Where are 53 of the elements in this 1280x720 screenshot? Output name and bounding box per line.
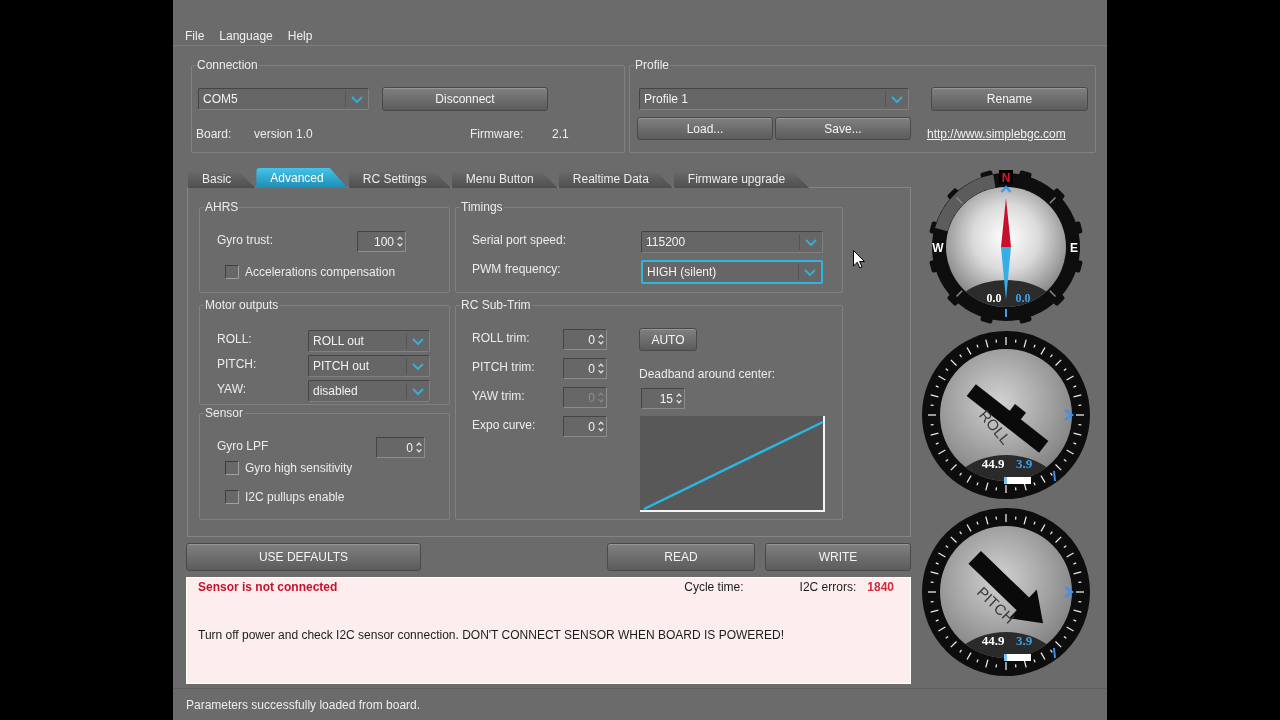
group-title: Sensor xyxy=(204,406,245,420)
chevron-down-icon[interactable] xyxy=(351,95,363,103)
checkbox-label: I2C pullups enable xyxy=(245,490,345,504)
trim-label: PITCH trim: xyxy=(472,360,535,374)
checkbox-label: Accelerations compensation xyxy=(245,265,396,279)
firmware-label: Firmware: xyxy=(470,127,524,141)
menu-item[interactable]: File xyxy=(185,28,205,44)
group-title: AHRS xyxy=(204,200,240,214)
profile-dropdown[interactable]: Profile 1 xyxy=(639,88,909,110)
status-text: Parameters successfully loaded from board. xyxy=(186,697,421,712)
website-link[interactable]: http://www.simplebgc.com xyxy=(927,127,1066,141)
firmware-version: 2.1 xyxy=(552,127,569,141)
group-title: RC Sub-Trim xyxy=(460,298,532,312)
load-button[interactable]: Load... xyxy=(637,117,773,140)
gauge-reading: 44.9 xyxy=(981,456,1005,471)
rename-button[interactable]: Rename xyxy=(931,87,1088,111)
deadband-label: Deadband around center: xyxy=(639,367,776,381)
group-title: Profile xyxy=(634,58,670,72)
gauge-reading: 3.9 xyxy=(1015,456,1033,471)
motor-axis-label: ROLL: xyxy=(217,332,252,346)
compass-west-label: W xyxy=(932,241,944,255)
error-title: Sensor is not connected xyxy=(198,580,338,594)
board-version: version 1.0 xyxy=(254,127,313,141)
group-title: Timings xyxy=(460,200,504,214)
checkbox-label: Gyro high sensitivity xyxy=(245,461,353,475)
i2c-errors-count: 1840 xyxy=(867,580,894,594)
gauge-reading: 0.0 xyxy=(986,291,1002,305)
gyro-trust-label: Gyro trust: xyxy=(217,233,273,247)
compass-north-label: N xyxy=(1001,171,1011,185)
motor-axis-label: YAW: xyxy=(217,382,247,396)
gyro-lpf-label: Gyro LPF xyxy=(217,439,269,453)
gauge-reading: 44.9 xyxy=(981,633,1005,648)
board-label: Board: xyxy=(196,127,232,141)
cycle-time-label: Cycle time: xyxy=(684,580,744,594)
timing-label: PWM frequency: xyxy=(472,262,561,276)
timing-label: Serial port speed: xyxy=(472,233,567,247)
save-button[interactable]: Save... xyxy=(775,117,911,140)
trim-label: ROLL trim: xyxy=(472,331,530,345)
menu-item[interactable]: Language xyxy=(219,28,273,44)
gauge-reading: 0.0 xyxy=(1015,291,1031,305)
trim-label: Expo curve: xyxy=(472,418,536,432)
chevron-down-icon[interactable] xyxy=(891,95,903,103)
menu-item[interactable]: Help xyxy=(287,28,313,44)
i2c-errors-label: I2C errors: xyxy=(799,580,857,594)
message-text: Turn off power and check I2C sensor connection. DON'T CONNECT SENSOR WHEN BOARD IS POWERED! xyxy=(198,628,786,642)
gauge-reading: 3.9 xyxy=(1015,633,1033,648)
compass-east-label: E xyxy=(1070,241,1078,255)
group-title: Motor outputs xyxy=(204,298,280,312)
motor-axis-label: PITCH: xyxy=(217,357,257,371)
trim-label: YAW trim: xyxy=(472,389,525,403)
group-title: Connection xyxy=(196,58,259,72)
port-dropdown[interactable]: COM5 xyxy=(198,88,369,110)
disconnect-button[interactable]: Disconnect xyxy=(382,87,548,111)
